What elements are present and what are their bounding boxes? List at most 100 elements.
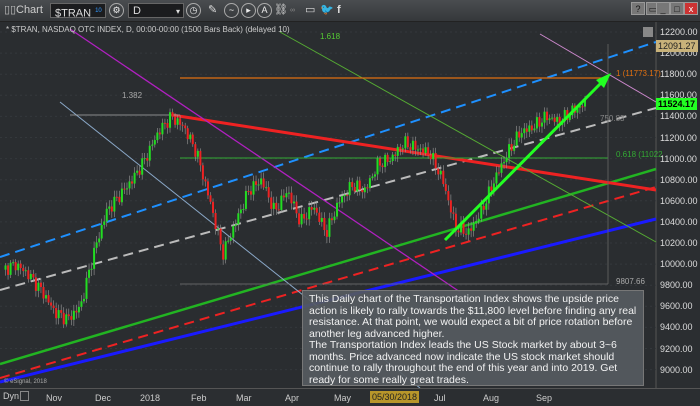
candle-body xyxy=(176,118,179,125)
time-axis: Dyn Nov Dec 2018 Feb Mar Apr May 05/30/2… xyxy=(0,388,700,406)
alert-icon[interactable]: A xyxy=(257,3,272,18)
candle-body xyxy=(411,140,414,150)
candle-body xyxy=(530,125,533,131)
candle-body xyxy=(298,213,301,225)
link-icon[interactable]: ⛓ xyxy=(274,3,288,18)
candle-body xyxy=(384,154,387,168)
symbol-input[interactable]: $TRAN10▾ xyxy=(50,3,106,34)
maximize-button[interactable]: □ xyxy=(670,2,684,15)
candle-body xyxy=(146,158,149,161)
candle-body xyxy=(138,170,141,175)
candle-body xyxy=(330,218,333,221)
candle-body xyxy=(4,265,7,270)
candle-body xyxy=(270,197,273,209)
facebook-icon[interactable]: f xyxy=(337,3,341,18)
candle-body xyxy=(280,195,283,211)
candle-body xyxy=(467,228,470,235)
time-label: Mar xyxy=(236,393,252,403)
candle-body xyxy=(171,112,174,117)
candle-body xyxy=(401,148,404,150)
candle-body xyxy=(427,147,430,156)
interval-select[interactable]: D ▾ xyxy=(128,3,184,18)
dyn-label[interactable]: Dyn xyxy=(3,391,19,401)
price-label: 11000.00 xyxy=(660,153,697,164)
candle-body xyxy=(260,178,263,185)
candle-body xyxy=(32,273,35,278)
play-icon[interactable]: ▸ xyxy=(241,3,256,18)
candle-body xyxy=(520,133,523,138)
candle-body xyxy=(477,218,480,222)
candle-body xyxy=(60,310,63,313)
candle-body xyxy=(229,237,232,241)
candle-body xyxy=(255,181,258,185)
clock-icon[interactable]: ◷ xyxy=(186,3,201,18)
candle-body xyxy=(181,124,184,126)
panel-grip-icon[interactable]: ▯▯ xyxy=(4,3,16,18)
candle-body xyxy=(247,191,250,193)
candle-body xyxy=(128,181,131,189)
scale-icon[interactable] xyxy=(20,391,29,401)
candle-body xyxy=(470,228,473,231)
candle-body xyxy=(275,202,278,210)
candle-body xyxy=(158,132,161,135)
candle-body xyxy=(419,148,422,150)
price-label: 11400.00 xyxy=(660,111,697,122)
candle-body xyxy=(199,150,202,166)
candle-body xyxy=(234,224,237,226)
candle-body xyxy=(482,205,485,210)
candle-body xyxy=(45,295,48,299)
commentary-paragraph-2: The Transportation Index leads the US St… xyxy=(309,339,618,386)
candle-body xyxy=(508,144,511,158)
candle-body xyxy=(237,213,240,225)
candle-body xyxy=(581,106,584,108)
pencil-icon[interactable]: ✎ xyxy=(208,3,217,18)
candle-body xyxy=(409,147,412,150)
price-label: 10400.00 xyxy=(660,216,698,227)
candle-body xyxy=(472,223,475,231)
help-button[interactable]: ? xyxy=(631,2,645,15)
candle-body xyxy=(358,180,361,190)
candle-body xyxy=(93,247,96,269)
candle-body xyxy=(75,310,78,313)
candle-body xyxy=(515,131,518,146)
candle-body xyxy=(376,158,379,175)
expand-icon[interactable] xyxy=(643,27,653,37)
time-label: Nov xyxy=(46,393,63,403)
candle-body xyxy=(118,196,121,203)
candle-body xyxy=(77,306,80,313)
candle-body xyxy=(17,263,20,271)
candle-body xyxy=(191,134,194,145)
candle-body xyxy=(47,295,50,303)
candle-body xyxy=(34,277,37,291)
candle-body xyxy=(201,165,204,180)
candle-body xyxy=(153,140,156,145)
more-icon[interactable]: ∞ xyxy=(290,3,295,18)
candle-body xyxy=(169,112,172,128)
low-label: 9807.66 xyxy=(616,277,645,286)
price-label: 9600.00 xyxy=(660,301,693,312)
candle-body xyxy=(315,207,318,213)
candle-body xyxy=(452,212,455,214)
candle-body xyxy=(55,308,58,319)
candle-body xyxy=(346,194,349,196)
close-button[interactable]: x xyxy=(684,2,698,15)
candle-body xyxy=(518,131,521,138)
symbol-settings-icon[interactable]: ⚙ xyxy=(109,3,124,18)
candle-body xyxy=(495,172,498,184)
comment-icon[interactable]: ▭ xyxy=(305,3,315,18)
candle-body xyxy=(262,178,265,188)
candle-body xyxy=(186,128,189,140)
candle-body xyxy=(219,228,222,245)
chevron-down-icon[interactable]: ▾ xyxy=(176,4,180,19)
candle-body xyxy=(389,160,392,162)
candle-body xyxy=(503,162,506,164)
candle-body xyxy=(244,191,247,209)
candle-body xyxy=(361,189,364,193)
minimize-button[interactable]: _ xyxy=(656,2,670,15)
candle-body xyxy=(14,262,17,271)
candle-body xyxy=(300,213,303,225)
twitter-icon[interactable]: 🐦 xyxy=(320,3,334,18)
candle-body xyxy=(151,144,154,146)
study-icon[interactable]: ~ xyxy=(224,3,239,18)
candle-body xyxy=(62,312,65,325)
